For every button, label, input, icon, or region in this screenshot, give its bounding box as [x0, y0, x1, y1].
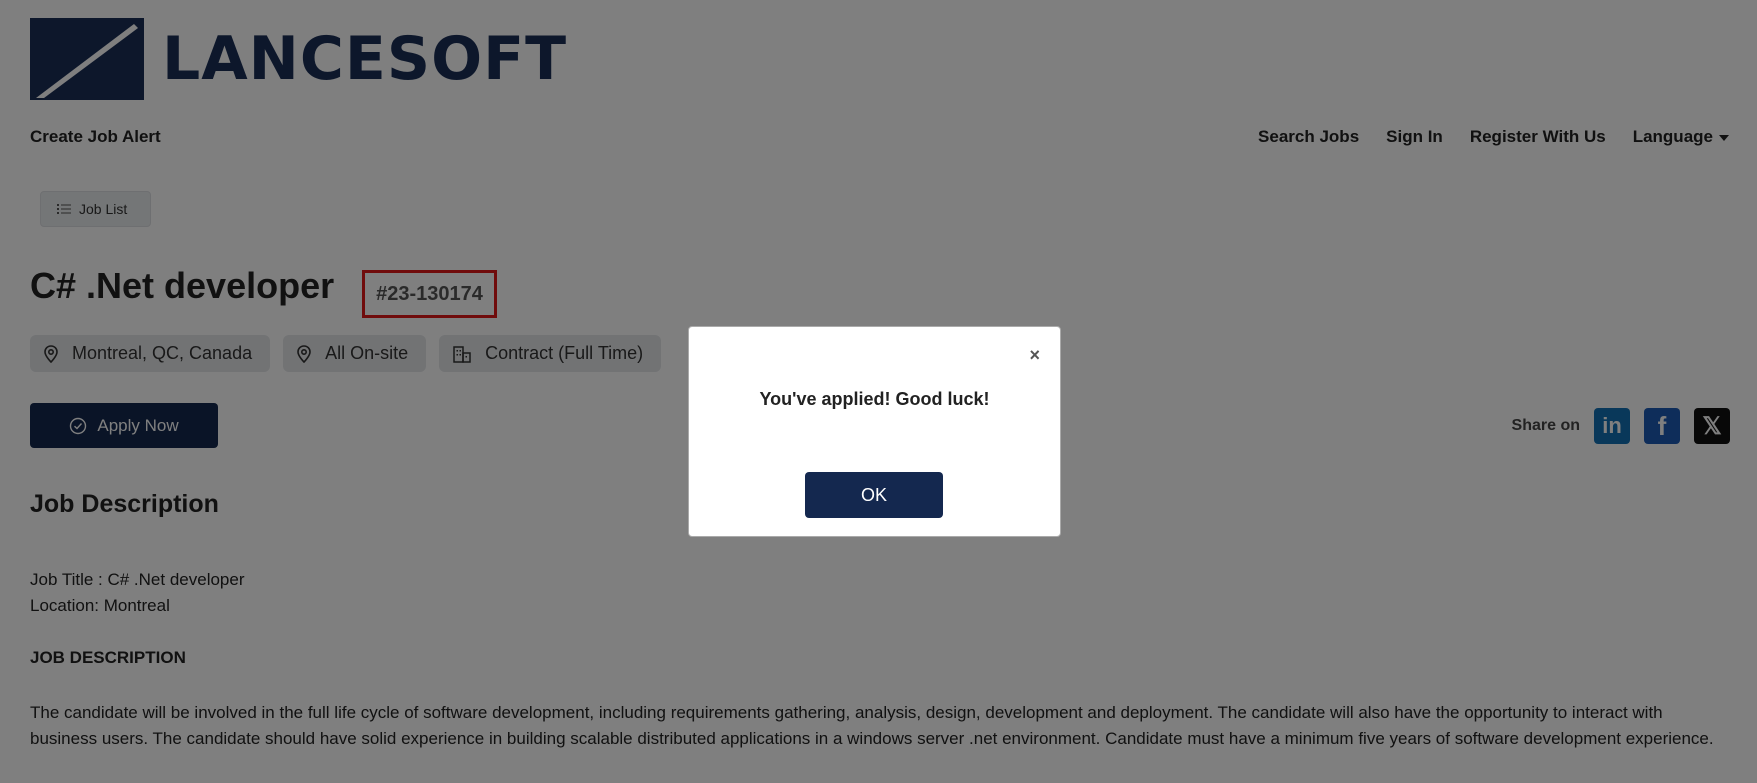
close-icon[interactable]: ×: [1029, 345, 1040, 366]
dialog-message: You've applied! Good luck!: [759, 389, 990, 409]
ok-button[interactable]: OK: [805, 472, 943, 518]
application-success-dialog: × You've applied! Good luck! OK: [688, 326, 1061, 537]
